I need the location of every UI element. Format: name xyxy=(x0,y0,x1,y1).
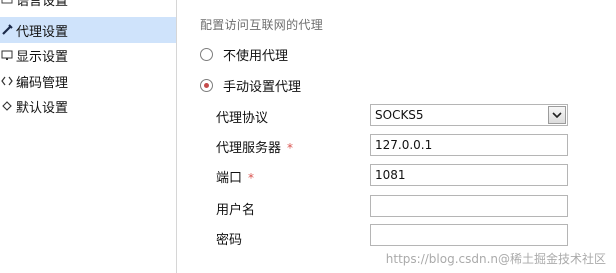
protocol-value: SOCKS5 xyxy=(375,108,424,122)
language-icon xyxy=(1,0,13,5)
sidebar-item-label: 代理设置 xyxy=(16,24,69,40)
no-proxy-label: 不使用代理 xyxy=(223,48,289,64)
radio-unchecked[interactable] xyxy=(200,47,213,61)
username-input[interactable] xyxy=(370,195,568,217)
proxy-server-input[interactable]: 127.0.0.1 xyxy=(370,134,568,156)
settings-sidebar: 语言设置 代理设置 显示设置 编码管理 默认设置 xyxy=(0,0,177,273)
port-label-text: 端口 xyxy=(216,171,243,186)
encoding-icon xyxy=(1,75,13,87)
proxy-icon xyxy=(1,24,13,36)
proxy-server-value: 127.0.0.1 xyxy=(375,138,433,152)
sidebar-item-default[interactable]: 默认设置 xyxy=(0,93,176,119)
chevron-down-icon[interactable] xyxy=(548,106,566,124)
port-label: 端口 * xyxy=(216,167,254,186)
sidebar-item-label: 默认设置 xyxy=(16,100,69,116)
sidebar-item-label: 语言设置 xyxy=(16,0,69,9)
protocol-label: 代理协议 xyxy=(216,111,269,126)
password-input[interactable] xyxy=(370,224,568,246)
port-value: 1081 xyxy=(375,168,406,182)
sidebar-item-encoding[interactable]: 编码管理 xyxy=(0,68,176,94)
manual-proxy-option[interactable]: 手动设置代理 xyxy=(200,76,302,95)
no-proxy-option[interactable]: 不使用代理 xyxy=(200,45,289,64)
password-label: 密码 xyxy=(216,233,243,248)
sidebar-item-display[interactable]: 显示设置 xyxy=(0,42,176,68)
sidebar-item-label: 显示设置 xyxy=(16,49,69,65)
display-icon xyxy=(1,49,13,61)
default-icon xyxy=(1,100,13,112)
manual-proxy-label: 手动设置代理 xyxy=(223,79,302,95)
username-label: 用户名 xyxy=(216,203,256,218)
sidebar-item-label: 编码管理 xyxy=(16,75,69,91)
port-input[interactable]: 1081 xyxy=(370,164,568,186)
section-title: 配置访问互联网的代理 xyxy=(200,18,324,32)
sidebar-item-language[interactable]: 语言设置 xyxy=(0,0,176,12)
settings-window: 语言设置 代理设置 显示设置 编码管理 默认设置 配置访问互联网的代理 不使用代… xyxy=(0,0,616,273)
proxy-server-label-text: 代理服务器 xyxy=(216,141,282,156)
required-mark: * xyxy=(248,171,255,185)
protocol-select[interactable]: SOCKS5 xyxy=(370,104,568,126)
proxy-settings-panel: 配置访问互联网的代理 不使用代理 手动设置代理 代理协议 SOCKS5 代理服务… xyxy=(177,0,616,273)
proxy-server-label: 代理服务器 * xyxy=(216,137,293,156)
radio-checked[interactable] xyxy=(200,78,213,92)
required-mark: * xyxy=(287,141,294,155)
watermark: https://blog.csdn.n@稀土掘金技术社区 xyxy=(385,252,606,266)
sidebar-item-proxy[interactable]: 代理设置 xyxy=(0,17,176,43)
